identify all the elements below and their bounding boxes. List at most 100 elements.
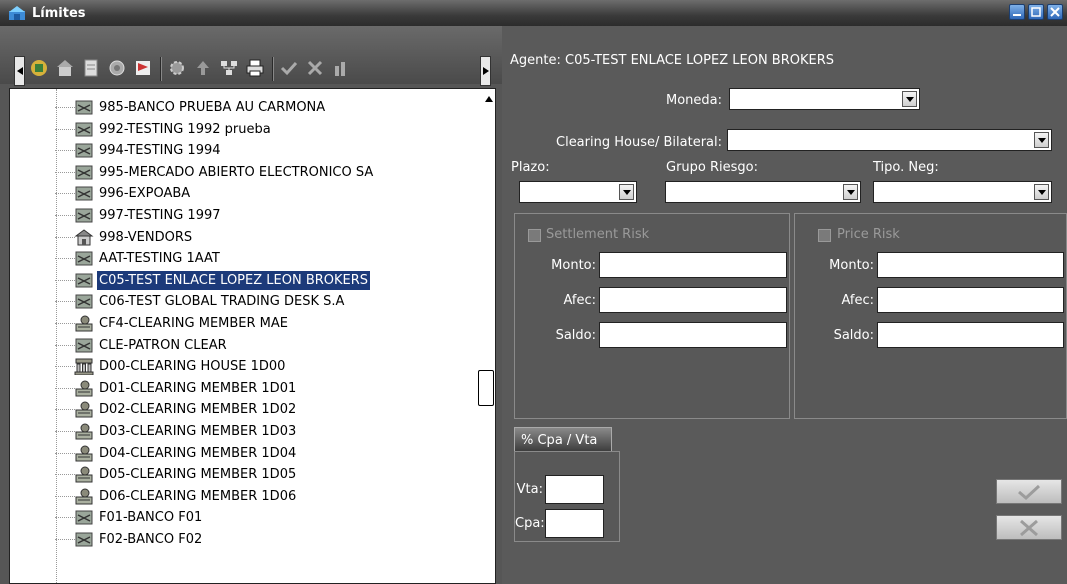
settlement-monto-input[interactable]	[599, 252, 787, 278]
chart-tool-icon[interactable]	[330, 57, 352, 79]
maximize-button[interactable]	[1028, 4, 1044, 20]
tree-item[interactable]: C05-TEST ENLACE LOPEZ LEON BROKERS	[10, 269, 475, 291]
moneda-label: Moneda:	[665, 93, 722, 108]
clearing-member-icon	[74, 423, 94, 440]
house-tool-icon[interactable]	[54, 57, 76, 79]
tree-item[interactable]: AAT-TESTING 1AAT	[10, 248, 475, 269]
agent-icon	[74, 509, 94, 526]
tree-item-label: C06-TEST GLOBAL TRADING DESK S.A	[99, 294, 345, 310]
globe-tool-icon[interactable]	[106, 57, 128, 79]
settlement-saldo-input[interactable]	[599, 322, 787, 348]
price-afec-input[interactable]	[877, 287, 1064, 313]
chevron-down-icon[interactable]	[843, 184, 858, 200]
toolbar-scroll-right[interactable]	[480, 56, 491, 86]
tree-item-label: D04-CLEARING MEMBER 1D04	[99, 445, 297, 461]
tree-item[interactable]: F02-BANCO F02	[10, 529, 475, 550]
tree-item[interactable]: D02-CLEARING MEMBER 1D02	[10, 399, 475, 420]
tree-pane: 985-BANCO PRUEBA AU CARMONA 992-TESTING 1…	[0, 26, 502, 584]
arrow-left-icon	[16, 67, 23, 75]
tree-item[interactable]: 997-TESTING 1997	[10, 205, 475, 226]
tree-item[interactable]: 995-MERCADO ABIERTO ELECTRONICO SA	[10, 162, 475, 183]
scrollbar-thumb[interactable]	[478, 370, 494, 406]
settlement-afec-input[interactable]	[599, 287, 787, 313]
plazo-select[interactable]	[519, 181, 637, 203]
form-pane: Agente: C05-TEST ENLACE LOPEZ LEON BROKE…	[502, 26, 1067, 584]
tree-item-label: F02-BANCO F02	[99, 532, 203, 547]
x-icon	[1020, 519, 1038, 536]
hierarchy-tool-icon[interactable]	[218, 57, 240, 79]
tree-item-label: 998-VENDORS	[99, 229, 193, 245]
tree-item[interactable]: F01-BANCO F01	[10, 507, 475, 528]
clearing-member-icon	[74, 445, 94, 462]
price-risk-panel: Price Risk Monto: Afec: Saldo:	[794, 213, 1067, 419]
tree-item-label: 992-TESTING 1992 prueba	[99, 121, 271, 137]
chevron-down-icon[interactable]	[619, 184, 634, 200]
chevron-down-icon[interactable]	[1034, 132, 1049, 148]
pct-cpa-vta-panel: Vta: Cpa:	[514, 451, 620, 542]
agent-icon	[74, 293, 94, 310]
x-tool-icon[interactable]	[304, 57, 326, 79]
tree-item[interactable]: D06-CLEARING MEMBER 1D06	[10, 486, 475, 507]
grupo-riesgo-select[interactable]	[665, 181, 861, 203]
tree-item[interactable]: D05-CLEARING MEMBER 1D05	[10, 464, 475, 485]
tree-item[interactable]: CLE-PATRON CLEAR	[10, 335, 475, 356]
clearing-house-select[interactable]	[727, 129, 1052, 151]
tree-item[interactable]: D03-CLEARING MEMBER 1D03	[10, 421, 475, 442]
check-tool-icon[interactable]	[278, 57, 300, 79]
price-saldo-input[interactable]	[877, 322, 1064, 348]
accept-button[interactable]	[996, 479, 1062, 504]
tree-item[interactable]: C06-TEST GLOBAL TRADING DESK S.A	[10, 291, 475, 312]
tree-item[interactable]: D04-CLEARING MEMBER 1D04	[10, 443, 475, 464]
vta-input[interactable]	[545, 475, 604, 504]
agent-icon	[74, 142, 94, 159]
clearing-member-icon	[74, 401, 94, 418]
chevron-down-icon[interactable]	[1034, 184, 1049, 200]
tree-item-label: D03-CLEARING MEMBER 1D03	[99, 424, 297, 439]
agent-tool-icon[interactable]	[28, 57, 50, 79]
price-monto-label: Monto:	[829, 258, 874, 273]
cpa-input[interactable]	[545, 509, 604, 538]
chevron-down-icon[interactable]	[902, 91, 917, 107]
moneda-select[interactable]	[729, 88, 920, 110]
tipo-neg-select[interactable]	[873, 181, 1052, 203]
price-risk-title: Price Risk	[837, 227, 900, 242]
document-tool-icon[interactable]	[80, 57, 102, 79]
upload-tool-icon[interactable]	[192, 57, 214, 79]
tree-item[interactable]: 996-EXPOABA	[10, 183, 475, 204]
toolbar	[0, 26, 502, 86]
checkmark-icon	[1018, 484, 1041, 500]
tree-item[interactable]: 994-TESTING 1994	[10, 140, 475, 161]
settlement-risk-checkbox[interactable]	[528, 229, 541, 242]
tree-item-label: 996-EXPOABA	[99, 186, 191, 202]
tree-item[interactable]: D01-CLEARING MEMBER 1D01	[10, 378, 475, 399]
cancel-button[interactable]	[996, 515, 1062, 540]
agent-icon	[74, 250, 94, 267]
tree-item-label: D06-CLEARING MEMBER 1D06	[99, 488, 297, 504]
agent-icon	[74, 185, 94, 202]
tree-item-label: CLE-PATRON CLEAR	[99, 337, 227, 353]
tree-item-label: D00-CLEARING HOUSE 1D00	[99, 359, 286, 375]
pct-cpa-vta-tab[interactable]: % Cpa / Vta	[514, 427, 612, 452]
agent-icon	[74, 121, 94, 138]
flag-tool-icon[interactable]	[132, 57, 154, 79]
clearing-member-icon	[74, 315, 94, 332]
tree-item[interactable]: 992-TESTING 1992 prueba	[10, 119, 475, 140]
tree-item-label: 985-BANCO PRUEBA AU CARMONA	[99, 100, 326, 115]
tree-item[interactable]: 985-BANCO PRUEBA AU CARMONA	[10, 97, 475, 118]
tree-item[interactable]: D00-CLEARING HOUSE 1D00	[10, 356, 475, 377]
tree-item[interactable]: 998-VENDORS	[10, 227, 475, 248]
price-monto-input[interactable]	[877, 252, 1064, 278]
minimize-button[interactable]	[1009, 4, 1025, 20]
agent-icon	[74, 337, 94, 354]
gear-tool-icon[interactable]	[166, 57, 188, 79]
window-title-bar[interactable]: Límites	[0, 0, 1067, 26]
scroll-up-arrow-icon[interactable]	[485, 96, 493, 102]
agent-tree[interactable]: 985-BANCO PRUEBA AU CARMONA 992-TESTING 1…	[9, 88, 496, 584]
close-button[interactable]	[1047, 4, 1063, 20]
price-risk-checkbox[interactable]	[818, 229, 831, 242]
print-tool-icon[interactable]	[244, 57, 266, 79]
tree-item[interactable]: CF4-CLEARING MEMBER MAE	[10, 313, 475, 334]
tree-scrollbar[interactable]	[479, 89, 495, 583]
tree-item-label: 997-TESTING 1997	[99, 208, 221, 223]
toolbar-scroll-left[interactable]	[14, 56, 25, 86]
